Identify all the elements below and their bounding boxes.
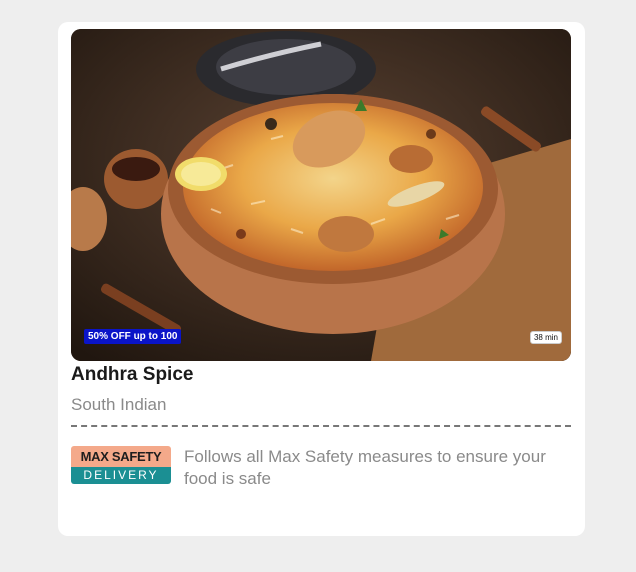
restaurant-card[interactable]: 50% OFF up to 100 38 min Andhra Spice So… bbox=[58, 22, 585, 536]
safety-message: Follows all Max Safety measures to ensur… bbox=[184, 447, 546, 488]
safety-logo-bottom: DELIVERY bbox=[71, 467, 171, 484]
max-safety-delivery-logo: MAX SAFETY DELIVERY bbox=[71, 446, 171, 484]
safety-logo-top: MAX SAFETY bbox=[71, 446, 171, 467]
offer-badge: 50% OFF up to 100 bbox=[84, 329, 182, 344]
biryani-dish-photo bbox=[71, 29, 571, 361]
restaurant-name[interactable]: Andhra Spice bbox=[71, 364, 193, 386]
dashed-divider bbox=[71, 425, 571, 427]
cuisine-label: South Indian bbox=[71, 395, 167, 414]
delivery-time-badge: 38 min bbox=[529, 331, 562, 344]
food-image[interactable]: 50% OFF up to 100 38 min bbox=[71, 29, 571, 361]
